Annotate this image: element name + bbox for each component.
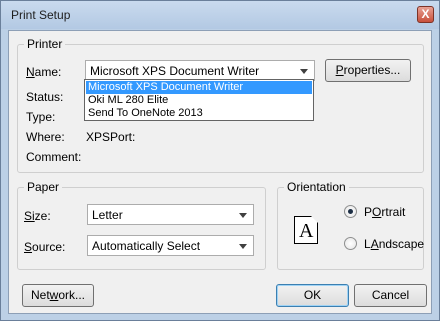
chevron-down-icon: [239, 244, 247, 249]
dropdown-item-oki-ml280[interactable]: Oki ML 280 Elite: [86, 94, 312, 107]
dialog-client-area: Printer Name: Microsoft XPS Document Wri…: [8, 30, 432, 314]
printer-dropdown-list: Microsoft XPS Document Writer Oki ML 280…: [84, 79, 314, 121]
close-button[interactable]: X: [417, 6, 434, 23]
properties-button[interactable]: Properties...: [325, 59, 411, 82]
portrait-page-icon: A: [294, 216, 318, 244]
printer-group-label: Printer: [24, 37, 66, 51]
portrait-radio[interactable]: [344, 205, 357, 218]
landscape-radio[interactable]: [344, 237, 357, 250]
close-icon: X: [421, 7, 430, 21]
size-label: Size:: [24, 209, 51, 223]
dropdown-item-microsoft-xps[interactable]: Microsoft XPS Document Writer: [86, 81, 312, 94]
paper-size-value: Letter: [92, 208, 123, 222]
window-title: Print Setup: [11, 8, 71, 22]
ok-button[interactable]: OK: [276, 284, 349, 307]
printer-name-value: Microsoft XPS Document Writer: [90, 64, 260, 78]
paper-source-value: Automatically Select: [92, 239, 201, 253]
paper-group-label: Paper: [24, 180, 63, 194]
print-setup-window: Print Setup X Printer Name: Microsoft XP…: [0, 0, 440, 321]
cancel-button[interactable]: Cancel: [354, 284, 427, 307]
portrait-label[interactable]: POrtrait: [364, 205, 405, 219]
status-label: Status:: [26, 90, 64, 104]
landscape-label[interactable]: LAndscape: [364, 237, 424, 251]
name-label: Name:: [26, 65, 62, 79]
title-bar[interactable]: Print Setup X: [1, 1, 439, 29]
paper-source-combo[interactable]: Automatically Select: [87, 235, 254, 256]
page-letter: A: [299, 220, 314, 242]
type-label: Type:: [26, 110, 56, 124]
chevron-down-icon: [300, 69, 308, 74]
comment-label: Comment:: [26, 150, 82, 164]
paper-group: Paper Size: Letter Source: Automatically…: [17, 180, 266, 270]
orientation-group-label: Orientation: [284, 180, 349, 194]
network-button[interactable]: Network...: [22, 284, 94, 307]
source-label: Source:: [24, 240, 66, 254]
where-value: XPSPort:: [86, 130, 136, 144]
printer-name-combo[interactable]: Microsoft XPS Document Writer: [85, 60, 315, 81]
dropdown-item-send-to-onenote[interactable]: Send To OneNote 2013: [86, 107, 312, 120]
radio-selected-dot: [348, 209, 353, 214]
orientation-group: Orientation A POrtrait LAndscape: [277, 180, 424, 270]
chevron-down-icon: [239, 213, 247, 218]
paper-size-combo[interactable]: Letter: [87, 204, 254, 225]
where-label: Where:: [26, 130, 65, 144]
